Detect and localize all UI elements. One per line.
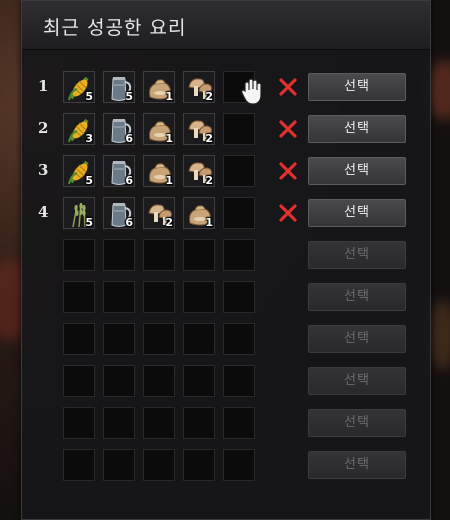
row-number: 2 <box>38 119 49 137</box>
empty-slot <box>223 197 255 229</box>
ingredient-slot[interactable]: 1 <box>183 197 215 229</box>
ingredient-slot[interactable]: 1 <box>143 71 175 103</box>
empty-slot <box>103 365 135 397</box>
empty-slot <box>143 407 175 439</box>
empty-slot <box>103 239 135 271</box>
ingredient-count: 5 <box>125 90 133 103</box>
ingredient-slot[interactable]: 6 <box>103 113 135 145</box>
ingredient-slot[interactable]: 3 <box>63 113 95 145</box>
select-button[interactable]: 선택 <box>308 73 406 101</box>
empty-slot <box>103 449 135 481</box>
empty-slot <box>63 323 95 355</box>
select-button[interactable]: 선택 <box>308 157 406 185</box>
recipe-row: 선택 <box>22 323 430 357</box>
recipe-row: 선택 <box>22 449 430 483</box>
empty-slot <box>143 323 175 355</box>
ingredient-count: 2 <box>205 174 213 187</box>
ingredient-slot[interactable]: 5 <box>63 155 95 187</box>
ingredient-count: 2 <box>165 216 173 229</box>
ingredient-slot[interactable]: 5 <box>103 71 135 103</box>
ingredient-count: 6 <box>125 174 133 187</box>
select-button: 선택 <box>308 367 406 395</box>
ingredient-slot[interactable]: 6 <box>103 197 135 229</box>
empty-slot <box>63 407 95 439</box>
window-title: 최근 성공한 요리 <box>43 17 187 39</box>
select-button: 선택 <box>308 409 406 437</box>
ingredient-count: 1 <box>165 90 173 103</box>
row-number: 4 <box>38 203 49 221</box>
empty-slot <box>223 155 255 187</box>
delete-x-icon[interactable] <box>278 119 298 139</box>
row-number: 3 <box>38 161 49 179</box>
empty-slot <box>63 239 95 271</box>
ingredient-count: 1 <box>165 174 173 187</box>
row-number: 1 <box>38 77 49 95</box>
delete-x-icon[interactable] <box>278 203 298 223</box>
ingredient-slot[interactable]: 6 <box>103 155 135 187</box>
select-button[interactable]: 선택 <box>308 115 406 143</box>
empty-slot <box>183 407 215 439</box>
ingredient-count: 3 <box>85 132 93 145</box>
recipe-row: 3 5 6 1 2 선택 <box>22 155 430 189</box>
select-button: 선택 <box>308 283 406 311</box>
empty-slot <box>103 281 135 313</box>
recipe-row: 선택 <box>22 281 430 315</box>
empty-slot <box>143 449 175 481</box>
ingredient-count: 6 <box>125 132 133 145</box>
empty-slot <box>223 323 255 355</box>
empty-slot <box>223 239 255 271</box>
empty-slot <box>103 323 135 355</box>
empty-slot <box>183 239 215 271</box>
empty-slot <box>143 239 175 271</box>
delete-x-icon[interactable] <box>278 77 298 97</box>
ingredient-slot[interactable]: 2 <box>183 113 215 145</box>
ingredient-slot[interactable]: 2 <box>143 197 175 229</box>
ingredient-count: 5 <box>85 174 93 187</box>
empty-slot <box>143 365 175 397</box>
window-header[interactable]: 최근 성공한 요리 <box>22 1 430 50</box>
empty-slot <box>183 449 215 481</box>
empty-slot <box>63 365 95 397</box>
empty-slot <box>103 407 135 439</box>
empty-slot <box>223 365 255 397</box>
ingredient-slot[interactable]: 5 <box>63 197 95 229</box>
ingredient-slot[interactable]: 5 <box>63 71 95 103</box>
empty-slot <box>223 407 255 439</box>
select-button: 선택 <box>308 241 406 269</box>
empty-slot <box>183 365 215 397</box>
empty-slot <box>63 449 95 481</box>
recipe-row: 선택 <box>22 365 430 399</box>
ingredient-slot[interactable]: 1 <box>143 113 175 145</box>
empty-slot <box>63 281 95 313</box>
ingredient-count: 1 <box>165 132 173 145</box>
ingredient-slot[interactable]: 2 <box>183 71 215 103</box>
ingredient-slot[interactable]: 2 <box>183 155 215 187</box>
ingredient-count: 6 <box>125 216 133 229</box>
select-button: 선택 <box>308 451 406 479</box>
ingredient-count: 5 <box>85 216 93 229</box>
recipe-row: 1 5 5 1 2 선택 <box>22 71 430 105</box>
empty-slot <box>183 281 215 313</box>
recipe-row: 2 3 6 1 2 선택 <box>22 113 430 147</box>
recent-recipes-window: 최근 성공한 요리 1 5 5 1 2 선택 2 3 6 1 2 선택 3 5 6 1 2 선택 4 5 6 2 1 선택 선택… <box>21 0 431 520</box>
delete-x-icon[interactable] <box>278 161 298 181</box>
select-button[interactable]: 선택 <box>308 199 406 227</box>
background-blob <box>428 300 450 370</box>
select-button: 선택 <box>308 325 406 353</box>
recipe-row: 선택 <box>22 407 430 441</box>
hand-cursor-icon <box>241 78 262 105</box>
ingredient-count: 1 <box>205 216 213 229</box>
empty-slot <box>223 281 255 313</box>
empty-slot <box>183 323 215 355</box>
empty-slot <box>143 281 175 313</box>
ingredient-slot[interactable]: 1 <box>143 155 175 187</box>
ingredient-count: 2 <box>205 90 213 103</box>
empty-slot <box>223 449 255 481</box>
recipe-row: 선택 <box>22 239 430 273</box>
recipe-row: 4 5 6 2 1 선택 <box>22 197 430 231</box>
empty-slot <box>223 113 255 145</box>
ingredient-count: 2 <box>205 132 213 145</box>
ingredient-count: 5 <box>85 90 93 103</box>
